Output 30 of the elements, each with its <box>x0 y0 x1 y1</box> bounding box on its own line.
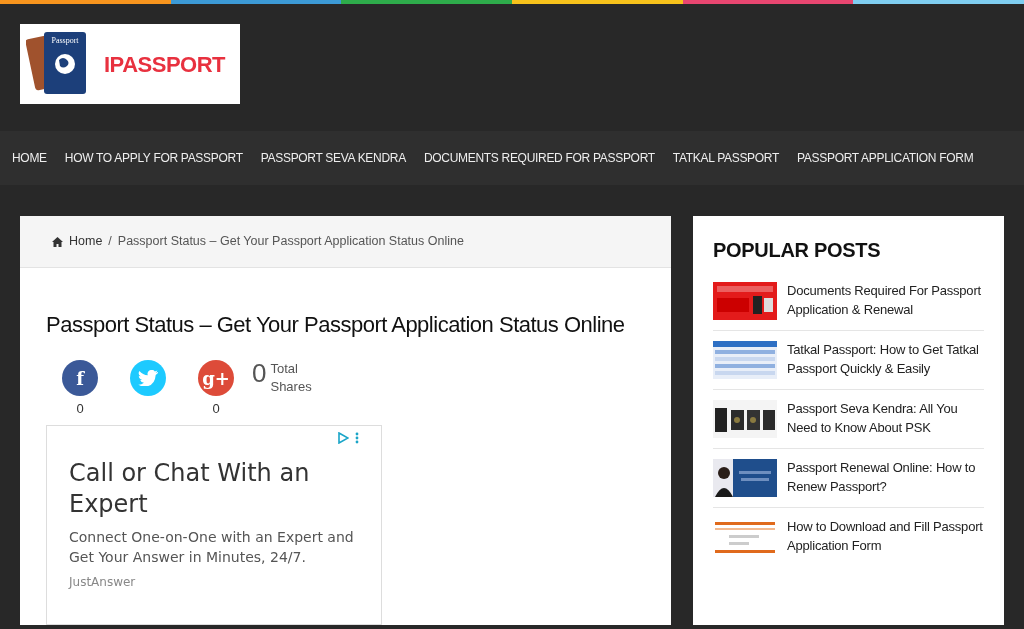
breadcrumb-separator: / <box>108 233 112 251</box>
breadcrumb-current: Passport Status – Get Your Passport Application Status Online <box>117 233 464 251</box>
post-link[interactable]: Passport Seva Kendra: All You Need to Know About PSK <box>787 400 984 438</box>
site-logo[interactable]: Passport IPASSPORT <box>20 24 240 104</box>
post-link[interactable]: Passport Renewal Online: How to Renew Passport? <box>787 459 984 497</box>
home-icon <box>52 236 63 247</box>
more-options-icon[interactable] <box>355 431 359 444</box>
post-link[interactable]: How to Download and Fill Passport Application Form <box>787 518 984 556</box>
nav-link[interactable]: HOME <box>12 149 47 167</box>
ad-description: Connect One-on-One with an Expert and Get Your Answer in Minutes, 24/7. <box>69 528 355 567</box>
total-shares-label: Total Shares <box>270 360 313 396</box>
ad-headline[interactable]: Call or Chat With an Expert <box>69 457 359 521</box>
ad-advertiser: JustAnswer <box>69 574 137 592</box>
sidebar-heading: POPULAR POSTS <box>713 238 882 262</box>
bird-icon <box>138 370 158 387</box>
share-count: 0 <box>212 400 220 419</box>
facebook-button[interactable]: f <box>62 360 98 397</box>
total-shares-count: 0 <box>252 360 267 387</box>
breadcrumb-link[interactable]: Home <box>69 232 103 251</box>
google-plus-button[interactable]: g+ <box>198 360 234 397</box>
nav-link[interactable]: PASSPORT SEVA KENDRA <box>260 149 406 167</box>
nav-link[interactable]: DOCUMENTS REQUIRED FOR PASSPORT <box>423 149 655 167</box>
nav-link[interactable]: TATKAL PASSPORT <box>672 149 780 167</box>
nav-link[interactable]: HOW TO APPLY FOR PASSPORT <box>64 149 243 167</box>
article-title: Passport Status – Get Your Passport Application Status Online <box>46 312 626 339</box>
post-link[interactable]: Documents Required For Passport Application & Renewal <box>787 282 984 320</box>
share-count: 0 <box>76 400 84 419</box>
nav-link[interactable]: PASSPORT APPLICATION FORM <box>797 149 974 167</box>
ad-choices-icon[interactable] <box>337 431 349 444</box>
post-link[interactable]: Tatkal Passport: How to Get Tatkal Passport Quickly & Easily <box>787 341 984 379</box>
